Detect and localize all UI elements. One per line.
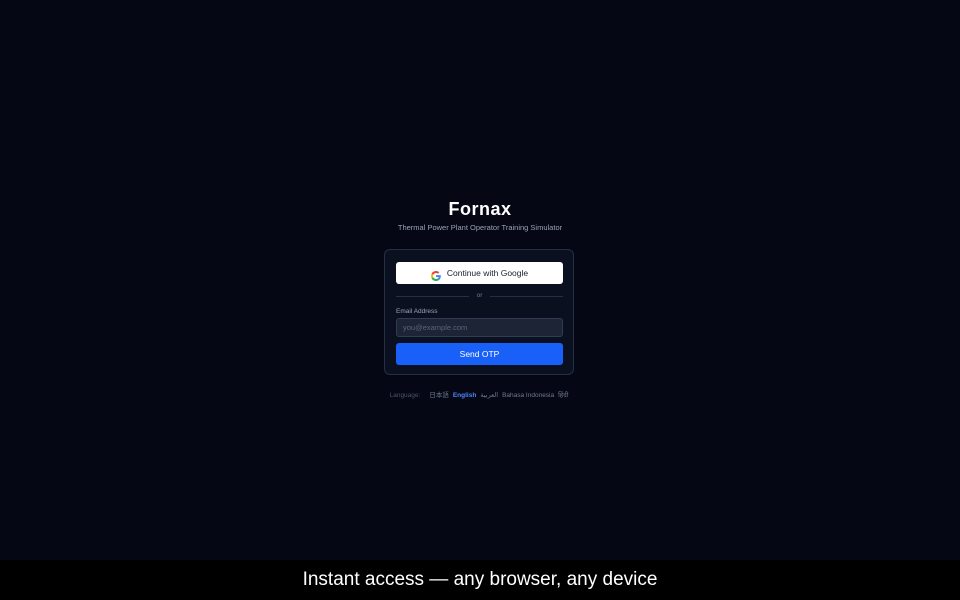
google-icon: [430, 268, 441, 281]
email-label: Email Address: [396, 308, 438, 315]
login-page: Fornax Thermal Power Plant Operator Trai…: [0, 0, 960, 600]
divider-text: or: [476, 292, 483, 299]
language-label: Language:: [389, 392, 421, 399]
language-selector: Language: 日本語 English العربية Bahasa Ind…: [0, 391, 960, 400]
or-divider: or: [396, 291, 563, 301]
send-otp-button[interactable]: Send OTP: [396, 343, 563, 365]
divider-line-right: [490, 295, 563, 297]
caption-text: Instant access — any browser, any device: [302, 569, 658, 590]
language-option-english[interactable]: English: [453, 391, 476, 400]
login-card: Continue with Google or Email Address Se…: [384, 249, 574, 375]
email-input[interactable]: [396, 318, 563, 337]
continue-with-google-button[interactable]: Continue with Google: [396, 262, 563, 284]
language-option-hindi[interactable]: हिंदी: [558, 391, 568, 400]
language-option-arabic[interactable]: العربية: [480, 391, 498, 400]
google-button-label: Continue with Google: [446, 268, 529, 278]
language-option-japanese[interactable]: 日本語: [429, 391, 449, 400]
app-title: Fornax: [448, 199, 512, 219]
language-option-indonesian[interactable]: Bahasa Indonesia: [502, 391, 554, 400]
caption-bar: Instant access — any browser, any device: [0, 560, 960, 600]
app-subtitle: Thermal Power Plant Operator Training Si…: [397, 223, 563, 232]
divider-line-left: [396, 295, 469, 297]
